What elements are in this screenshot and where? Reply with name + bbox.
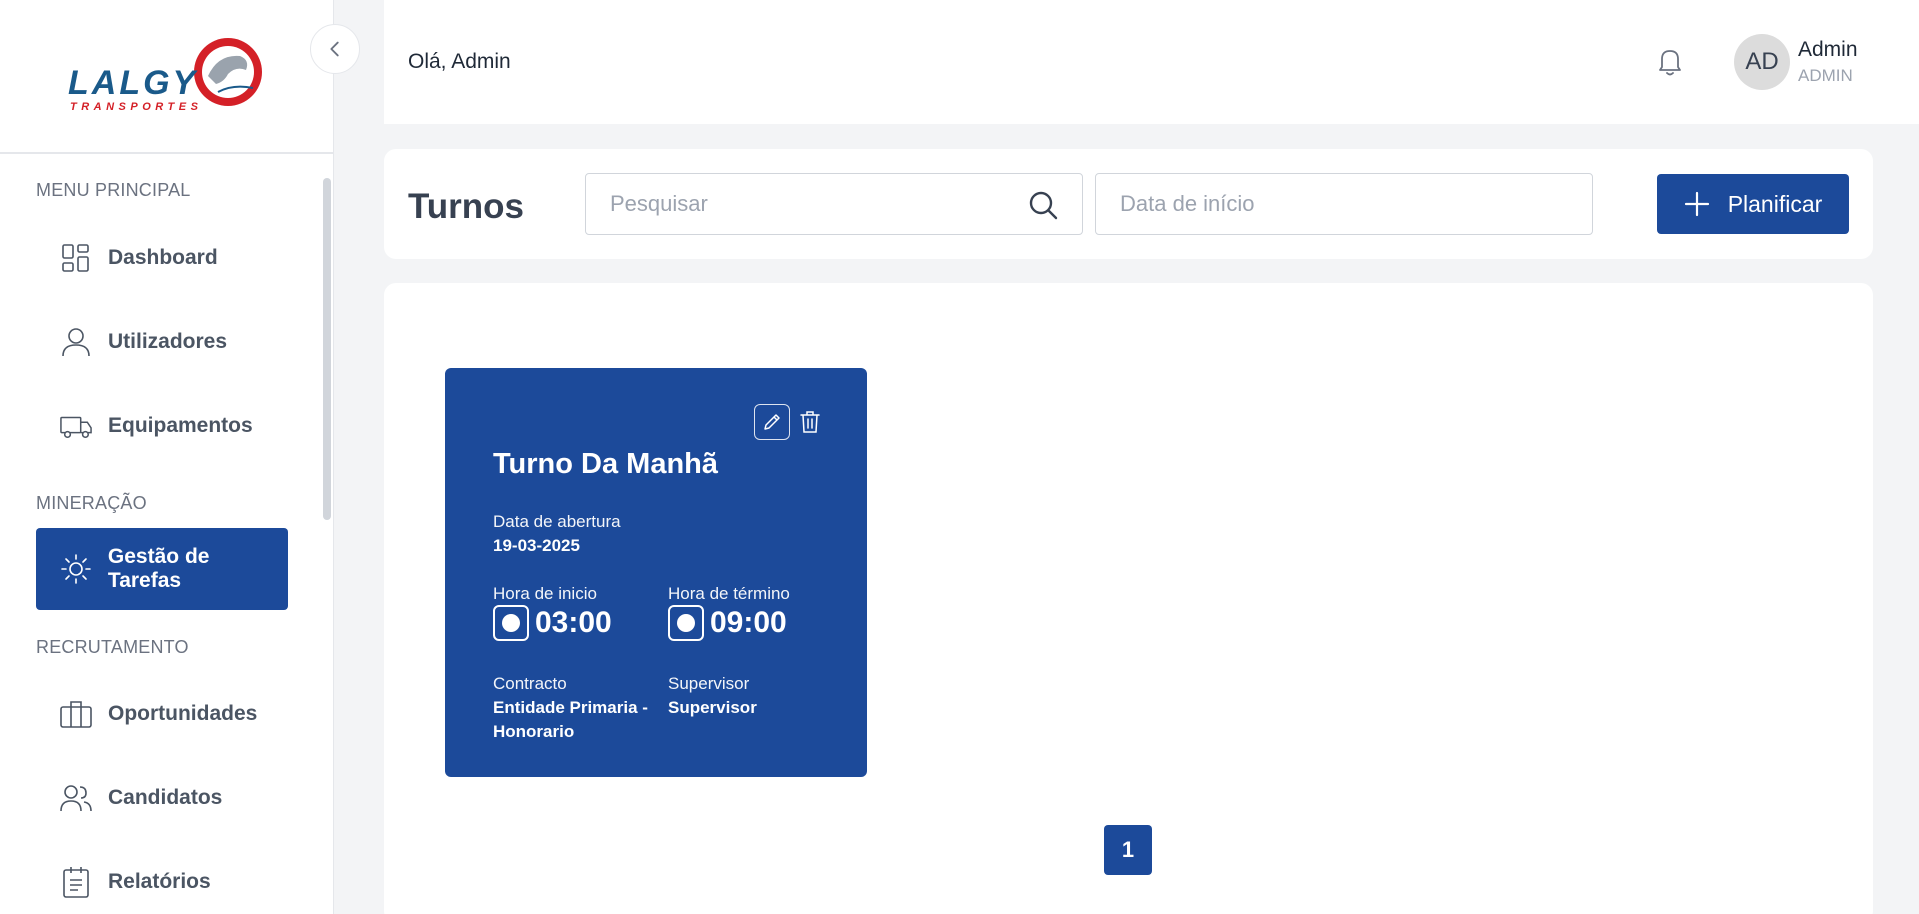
- sidebar: LALGY TRANSPORTES MENU PRINCIPAL Dashboa…: [0, 0, 360, 914]
- sidebar-item-label: Oportunidades: [108, 702, 258, 725]
- section-label-menu-principal: MENU PRINCIPAL: [36, 180, 191, 200]
- sidebar-item-label: Equipamentos: [108, 414, 253, 437]
- section-label-recrutamento: RECRUTAMENTO: [36, 637, 189, 657]
- start-date-input[interactable]: [1096, 174, 1592, 234]
- delete-button[interactable]: [796, 408, 824, 436]
- edit-button[interactable]: [754, 404, 790, 440]
- sidebar-item-candidatos[interactable]: Candidatos: [36, 757, 288, 839]
- shift-title: Turno Da Manhã: [493, 448, 719, 480]
- supervisor-value: Supervisor: [668, 698, 757, 717]
- contract-label: Contracto: [493, 674, 567, 693]
- user-icon: [60, 326, 92, 358]
- user-role: ADMIN: [1798, 66, 1853, 85]
- pencil-icon: [764, 414, 780, 430]
- trash-icon: [800, 411, 820, 433]
- search-icon[interactable]: [1028, 190, 1058, 220]
- sidebar-item-relatorios[interactable]: Relatórios: [36, 841, 288, 914]
- svg-text:LALGY: LALGY: [68, 64, 199, 102]
- toolbar: Turnos Planificar: [384, 149, 1873, 259]
- briefcase-icon: [60, 698, 92, 730]
- avatar[interactable]: AD: [1734, 34, 1790, 90]
- shift-card[interactable]: Turno Da Manhã Data de abertura 19-03-20…: [445, 368, 867, 777]
- sidebar-item-label: Relatórios: [108, 870, 211, 893]
- report-icon: [60, 866, 92, 898]
- opening-date-value: 19-03-2025: [493, 536, 580, 555]
- plan-button[interactable]: Planificar: [1657, 174, 1849, 234]
- bell-icon[interactable]: [1654, 45, 1686, 77]
- sidebar-item-label: Dashboard: [108, 246, 218, 269]
- end-time-label: Hora de término: [668, 584, 790, 603]
- svg-text:TRANSPORTES: TRANSPORTES: [70, 101, 202, 112]
- start-time-value: 03:00: [535, 606, 612, 639]
- end-time: 09:00: [668, 605, 787, 641]
- collapse-sidebar-button[interactable]: [310, 24, 360, 74]
- sun-icon: [60, 553, 92, 585]
- greeting-text: Olá, Admin: [408, 50, 511, 73]
- plus-icon: [1684, 191, 1709, 217]
- chevron-left-icon: [330, 41, 339, 57]
- contract-value: Entidade Primaria - Honorario: [493, 698, 648, 741]
- opening-date-label: Data de abertura: [493, 512, 621, 531]
- start-time: 03:00: [493, 605, 612, 641]
- sidebar-item-equipamentos[interactable]: Equipamentos: [36, 385, 288, 467]
- card-actions: [754, 404, 824, 440]
- date-field: [1095, 173, 1593, 235]
- sidebar-item-dashboard[interactable]: Dashboard: [36, 217, 288, 299]
- dashboard-icon: [60, 242, 92, 274]
- users-icon: [60, 782, 92, 814]
- top-header: Olá, Admin AD Admin ADMIN: [384, 0, 1919, 124]
- section-label-mineracao: MINERAÇÃO: [36, 493, 147, 513]
- pagination-page-1[interactable]: 1: [1104, 825, 1152, 875]
- user-name: Admin: [1798, 38, 1858, 61]
- clock-icon: [668, 605, 704, 641]
- logo-area: LALGY TRANSPORTES: [0, 0, 333, 154]
- company-logo: LALGY TRANSPORTES: [68, 38, 262, 112]
- sidebar-item-utilizadores[interactable]: Utilizadores: [36, 301, 288, 383]
- sidebar-item-label: Candidatos: [108, 786, 223, 809]
- search-input[interactable]: [586, 174, 1082, 234]
- supervisor-label: Supervisor: [668, 674, 750, 693]
- sidebar-item-gestao-de-tarefas[interactable]: Gestão de Tarefas: [36, 528, 288, 610]
- page-title: Turnos: [408, 187, 525, 226]
- search-field: [585, 173, 1083, 235]
- sidebar-scrollbar[interactable]: [323, 178, 331, 520]
- truck-icon: [60, 410, 92, 442]
- plan-button-label: Planificar: [1727, 190, 1823, 217]
- clock-icon: [493, 605, 529, 641]
- sidebar-item-label: Utilizadores: [108, 330, 228, 353]
- content-panel: Turno Da Manhã Data de abertura 19-03-20…: [384, 283, 1873, 914]
- start-time-label: Hora de inicio: [493, 584, 597, 603]
- end-time-value: 09:00: [710, 606, 787, 639]
- sidebar-item-label: Gestão de Tarefas: [107, 545, 210, 592]
- sidebar-item-oportunidades[interactable]: Oportunidades: [36, 673, 288, 755]
